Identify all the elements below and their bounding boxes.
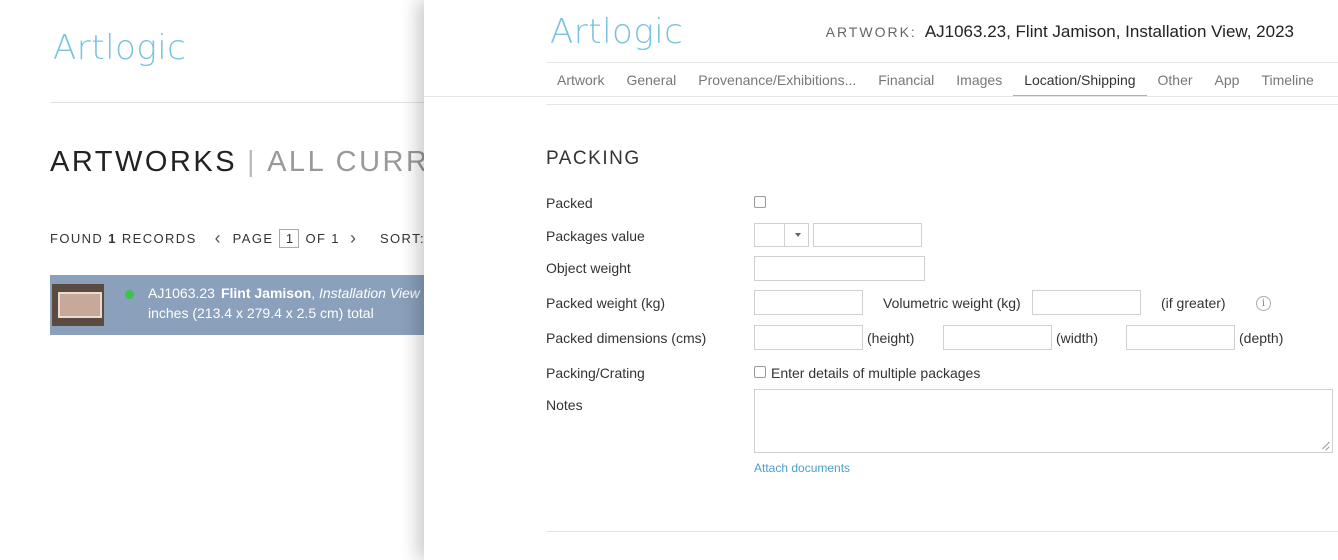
- caret-down-icon: [795, 233, 801, 237]
- volumetric-weight-label: Volumetric weight (kg): [883, 295, 1021, 311]
- object-weight-input[interactable]: [754, 256, 925, 281]
- volumetric-weight-input[interactable]: [1032, 290, 1141, 315]
- title-separator: |: [247, 146, 258, 178]
- page-title-main: ARTWORKS: [50, 146, 238, 178]
- section-title: PACKING: [546, 148, 641, 169]
- tab-images[interactable]: Images: [945, 63, 1013, 97]
- notes-label: Notes: [546, 397, 583, 413]
- packed-label: Packed: [546, 195, 593, 211]
- multiple-packages-label[interactable]: Enter details of multiple packages: [771, 365, 980, 381]
- tabs-divider: [424, 96, 1338, 97]
- packed-dimensions-label: Packed dimensions (cms): [546, 330, 707, 346]
- tab-financial[interactable]: Financial: [867, 63, 945, 97]
- bottom-divider: [546, 531, 1338, 532]
- tab-provenance-exhibitions[interactable]: Provenance/Exhibitions...: [687, 63, 867, 97]
- packages-currency-field[interactable]: [754, 223, 785, 247]
- height-input[interactable]: [754, 325, 863, 350]
- tab-app[interactable]: App: [1204, 63, 1251, 97]
- resize-handle-icon[interactable]: [1322, 442, 1330, 450]
- thumbnail-image: [58, 292, 102, 318]
- packages-value-label: Packages value: [546, 228, 645, 244]
- tab-other[interactable]: Other: [1147, 63, 1204, 97]
- artlogic-logo[interactable]: Artlogic: [53, 28, 186, 68]
- tab-location-shipping[interactable]: Location/Shipping: [1013, 63, 1147, 97]
- results-pager: FOUND 1 RECORDS ‹ PAGE 1 OF 1 › SORT: AI: [50, 229, 446, 248]
- tab-general[interactable]: General: [615, 63, 687, 97]
- height-label: (height): [867, 330, 915, 346]
- artwork-thumbnail[interactable]: [52, 284, 104, 326]
- chevron-right-icon[interactable]: ›: [350, 229, 360, 247]
- found-label: FOUND: [50, 231, 104, 246]
- found-count: 1: [108, 231, 117, 246]
- record-stock-number: AJ1063.23: [148, 285, 215, 301]
- artwork-label: ARTWORK:: [825, 24, 917, 40]
- object-weight-label: Object weight: [546, 260, 631, 276]
- packed-weight-input[interactable]: [754, 290, 863, 315]
- attach-documents-link[interactable]: Attach documents: [754, 461, 850, 475]
- packing-crating-label: Packing/Crating: [546, 365, 645, 381]
- record-row[interactable]: AJ1063.23 Flint Jamison, Installation Vie…: [50, 275, 430, 335]
- section-divider: [546, 104, 1338, 105]
- artwork-header: ARTWORK: AJ1063.23, Flint Jamison, Instal…: [826, 22, 1294, 42]
- artlogic-logo[interactable]: Artlogic: [550, 12, 683, 52]
- packed-weight-label: Packed weight (kg): [546, 295, 666, 311]
- tab-timeline[interactable]: Timeline: [1250, 63, 1324, 97]
- record-title-line: AJ1063.23 Flint Jamison, Installation Vie…: [148, 285, 420, 301]
- depth-input[interactable]: [1126, 325, 1235, 350]
- status-dot: [125, 290, 134, 299]
- artwork-title: AJ1063.23, Flint Jamison, Installation V…: [924, 22, 1294, 41]
- info-icon[interactable]: i: [1256, 296, 1271, 311]
- divider: [50, 102, 430, 103]
- artwork-detail-panel: Artlogic ARTWORK: AJ1063.23, Flint Jamiso…: [424, 0, 1338, 560]
- depth-label: (depth): [1239, 330, 1284, 346]
- tab-artwork[interactable]: Artwork: [546, 63, 615, 97]
- packages-value-input[interactable]: [813, 223, 922, 247]
- page-number-input[interactable]: 1: [279, 229, 300, 248]
- sort-label: SORT:: [379, 231, 425, 246]
- page-label: PAGE: [232, 231, 274, 246]
- width-label: (width): [1056, 330, 1099, 346]
- if-greater-label: (if greater): [1161, 295, 1226, 311]
- tab-bar: Artwork General Provenance/Exhibitions..…: [546, 62, 1338, 97]
- chevron-left-icon[interactable]: ‹: [215, 229, 225, 247]
- record-artist: Flint Jamison: [220, 285, 312, 301]
- record-title: Installation View: [318, 285, 420, 301]
- page-of-label: OF 1: [305, 231, 340, 246]
- record-dimensions: inches (213.4 x 279.4 x 2.5 cm) total: [148, 305, 374, 321]
- packed-checkbox[interactable]: [754, 196, 766, 208]
- currency-dropdown-button[interactable]: [784, 223, 809, 247]
- multiple-packages-checkbox[interactable]: [754, 366, 766, 378]
- notes-textarea[interactable]: [754, 389, 1333, 453]
- width-input[interactable]: [943, 325, 1052, 350]
- records-label: RECORDS: [121, 231, 197, 246]
